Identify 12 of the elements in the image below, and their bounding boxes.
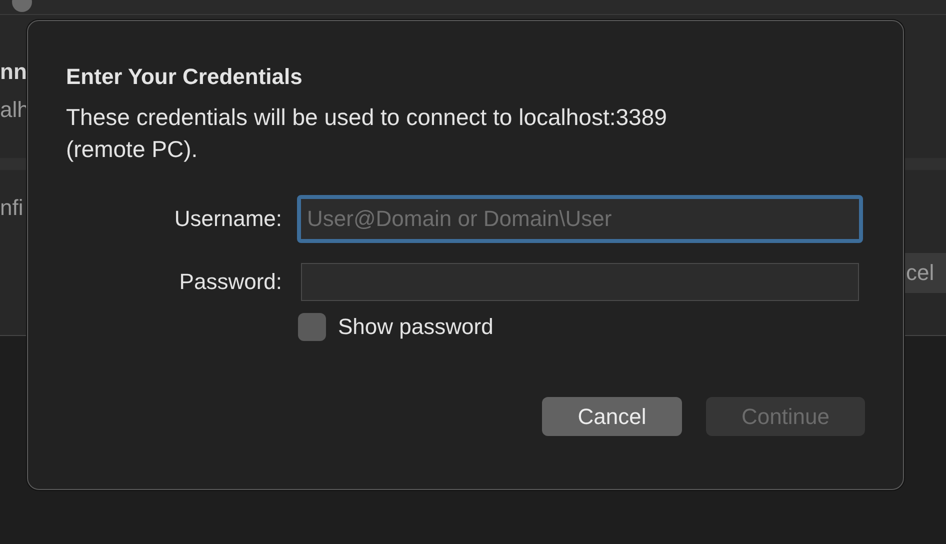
username-field[interactable]: User@Domain or Domain\User [297, 195, 863, 243]
partial-button[interactable]: cel [904, 253, 946, 293]
cancel-button[interactable]: Cancel [542, 397, 682, 436]
password-field[interactable] [301, 263, 859, 301]
partial-heading: nn [0, 59, 27, 85]
field-label: Username: [173, 206, 282, 232]
dialog-message: These credentials will be used to connect to localhost:3389 (remote PC). [66, 103, 668, 164]
field-label: Password: [178, 269, 282, 295]
checkbox[interactable] [298, 313, 326, 341]
checkbox-label: Show password [338, 314, 494, 340]
partial-text: nfi [0, 195, 24, 221]
dialog-title: Enter Your Credentials [66, 63, 304, 91]
